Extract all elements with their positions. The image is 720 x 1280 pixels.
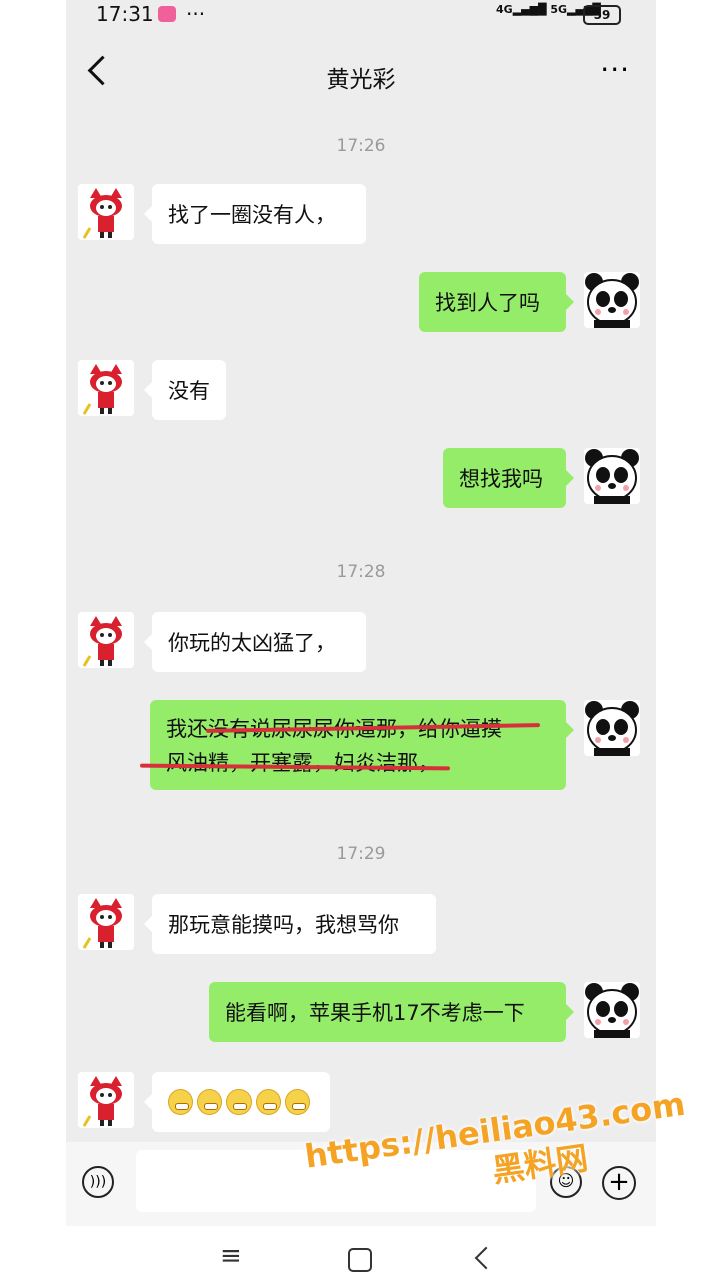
sent-message[interactable]: 能看啊，苹果手机17不考虑一下 — [209, 982, 574, 1042]
cartoon-fox-icon — [78, 612, 134, 668]
status-more-dots: ··· — [186, 2, 206, 26]
chat-title: 黄光彩 — [326, 67, 396, 93]
mouth-zipped-emoji-icon — [255, 1089, 281, 1115]
sent-message-multiline[interactable]: 我还没有说尿尿尿你逼那，给你逼摸 风油精，开塞露，妇炎洁那， — [150, 700, 574, 790]
timestamp: 17:29 — [336, 844, 386, 864]
my-avatar[interactable] — [584, 982, 640, 1038]
mouth-zipped-emoji-icon — [197, 1089, 223, 1115]
cartoon-fox-icon — [78, 894, 134, 950]
contact-avatar[interactable] — [78, 360, 134, 416]
received-message[interactable]: 那玩意能摸吗，我想骂你 — [144, 894, 436, 954]
network-5g-label: 5G — [550, 3, 568, 16]
contact-avatar[interactable] — [78, 612, 134, 668]
battery-level: 59 — [593, 8, 611, 22]
mouth-zipped-emoji-icon — [168, 1089, 194, 1115]
menu-icon[interactable]: ≡ — [220, 1243, 242, 1269]
cartoon-fox-icon — [78, 1072, 134, 1128]
chat-screen: 17:31 ··· 4G▂▄▆█ 5G▂▄▆█ 59 黄光彩 ··· 17:26… — [66, 0, 656, 1280]
network-4g-label: 4G — [496, 3, 513, 16]
received-message[interactable]: 你玩的太凶猛了， — [144, 612, 366, 672]
sent-message[interactable]: 找到人了吗 — [419, 272, 574, 332]
my-avatar[interactable] — [584, 700, 640, 756]
received-emoji-message[interactable] — [144, 1072, 330, 1132]
status-time: 17:31 — [96, 2, 154, 26]
panda-icon — [584, 448, 640, 504]
received-message[interactable]: 没有 — [144, 360, 226, 420]
contact-avatar[interactable] — [78, 184, 134, 240]
contact-avatar[interactable] — [78, 1072, 134, 1128]
notification-app-icon — [158, 6, 176, 22]
cartoon-fox-icon — [78, 184, 134, 240]
cartoon-fox-icon — [78, 360, 134, 416]
mouth-zipped-emoji-icon — [284, 1089, 311, 1115]
my-avatar[interactable] — [584, 272, 640, 328]
panda-icon — [584, 700, 640, 756]
voice-icon[interactable]: ))) — [82, 1166, 114, 1198]
sent-message[interactable]: 想找我吗 — [443, 448, 574, 508]
more-options-icon[interactable]: ··· — [600, 56, 630, 84]
panda-icon — [584, 272, 640, 328]
contact-avatar[interactable] — [78, 894, 134, 950]
my-avatar[interactable] — [584, 448, 640, 504]
status-bar: 17:31 ··· 4G▂▄▆█ 5G▂▄▆█ 59 — [66, 0, 656, 30]
timestamp: 17:28 — [336, 562, 386, 582]
battery-icon: 59 — [583, 5, 621, 25]
mouth-zipped-emoji-icon — [226, 1089, 252, 1115]
received-message[interactable]: 找了一圈没有人， — [144, 184, 366, 244]
timestamp: 17:26 — [336, 136, 386, 156]
message-line: 风油精，开塞露，妇炎洁那， — [166, 751, 439, 775]
home-icon[interactable] — [348, 1248, 372, 1272]
nav-back-icon[interactable] — [474, 1246, 498, 1270]
system-nav-bar: ≡ — [66, 1226, 656, 1280]
panda-icon — [584, 982, 640, 1038]
chat-header: 黄光彩 ··· — [66, 30, 656, 116]
